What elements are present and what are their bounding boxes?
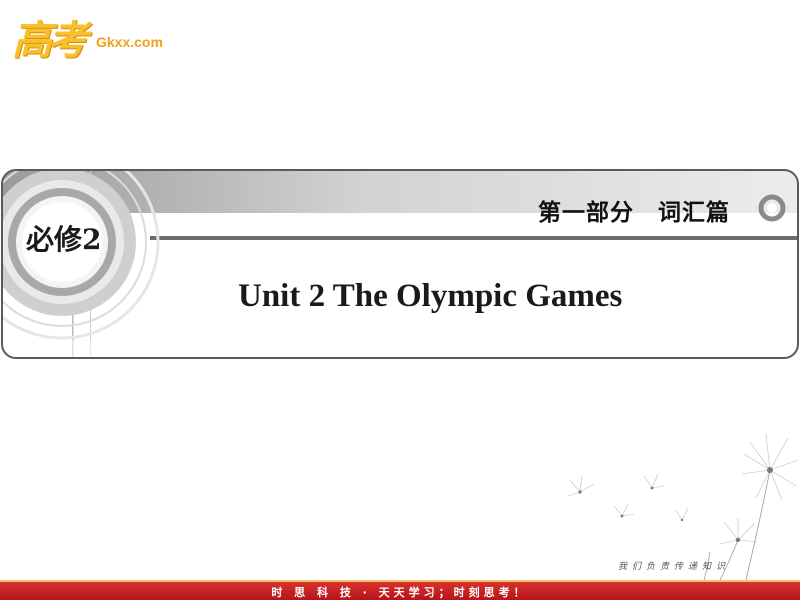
unit-title: Unit 2 The Olympic Games (238, 278, 623, 314)
dandelion-illustration (567, 433, 799, 580)
book-label: 必修2 (26, 223, 102, 256)
site-logo[interactable]: 高考 Gkxx.com (12, 6, 182, 64)
motto-text: 我们负责传递知识 (618, 562, 731, 572)
logo-domain-text: Gkxx.com (96, 34, 163, 50)
logo-chinese-text: 高考 (12, 17, 88, 64)
part-title: 第一部分 词汇篇 (538, 199, 730, 226)
footer-slogan: 时 思 科 技 · 天天学习；时刻思考！ (271, 586, 529, 599)
footer-bar: 时 思 科 技 · 天天学习；时刻思考！ (0, 580, 800, 600)
